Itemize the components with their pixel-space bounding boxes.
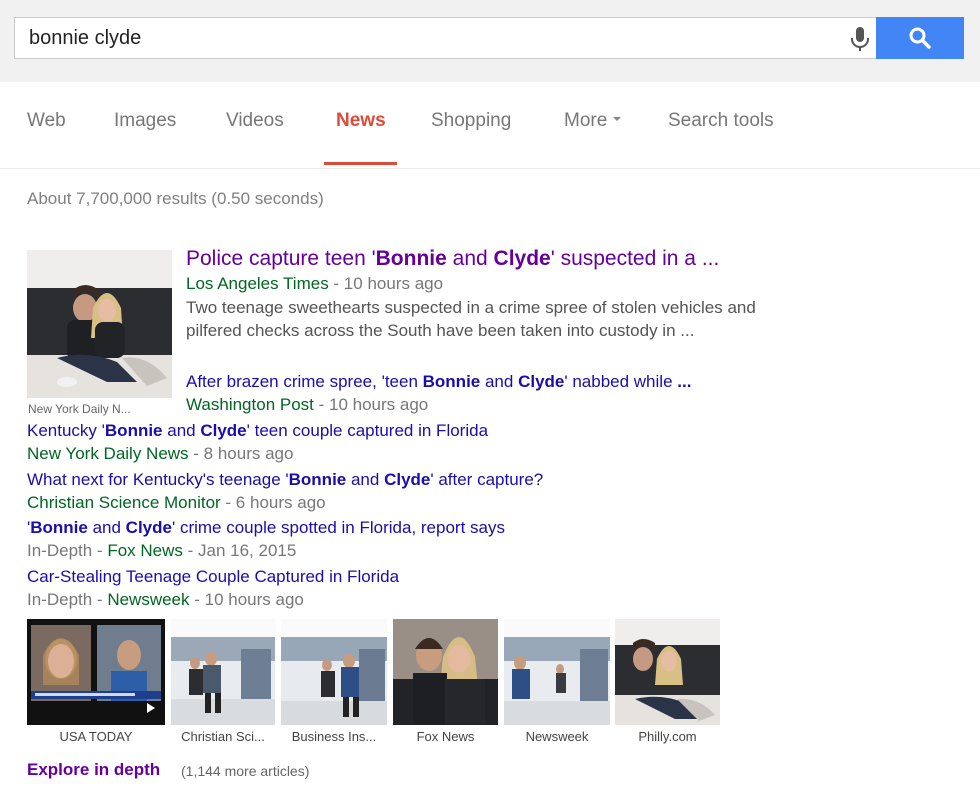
link-highlight: Clyde: [200, 421, 247, 440]
source-time: - Jan 16, 2015: [182, 541, 297, 560]
related-article-link[interactable]: After brazen crime spree, 'teen Bonnie a…: [186, 372, 691, 392]
tab-shopping[interactable]: Shopping: [431, 110, 511, 140]
strip-image-newsweek[interactable]: [504, 619, 610, 725]
related-article-source: Christian Science Monitor - 6 hours ago: [27, 493, 326, 513]
strip-image-business-insider[interactable]: [281, 619, 387, 725]
strip-caption: Philly.com: [638, 729, 697, 744]
link-text: ' after capture?: [430, 470, 544, 489]
strip-caption: Fox News: [416, 729, 475, 744]
title-text: and: [446, 247, 494, 270]
related-article-link[interactable]: Car-Stealing Teenage Couple Captured in …: [27, 567, 399, 587]
strip-caption: USA TODAY: [59, 729, 133, 744]
caret-down-icon: [613, 117, 622, 122]
thumbnail-caption: New York Daily N...: [28, 402, 131, 416]
top-story-title[interactable]: Police capture teen 'Bonnie and Clyde' s…: [186, 247, 719, 271]
strip-image-christian-science[interactable]: [171, 619, 275, 725]
related-article-source: In-Depth - Fox News - Jan 16, 2015: [27, 541, 296, 561]
active-tab-indicator: [324, 162, 397, 165]
tab-search-tools[interactable]: Search tools: [668, 110, 774, 140]
source-name: Washington Post: [186, 395, 314, 414]
title-highlight: Bonnie: [375, 247, 447, 270]
link-highlight: Bonnie: [30, 518, 88, 537]
tab-images[interactable]: Images: [114, 110, 176, 140]
related-article-source: New York Daily News - 8 hours ago: [27, 444, 293, 464]
link-text: and: [480, 372, 519, 391]
link-text: Kentucky ': [27, 421, 105, 440]
source-time: - 10 hours ago: [189, 590, 304, 609]
link-text: and: [162, 421, 201, 440]
strip-image-fox-news[interactable]: [393, 619, 498, 725]
search-tabs: Web Images Videos News Shopping More Sea…: [0, 82, 980, 169]
top-story-source: Los Angeles Times - 10 hours ago: [186, 274, 443, 294]
source-time: - 10 hours ago: [328, 274, 444, 293]
link-highlight: Bonnie: [104, 421, 163, 440]
in-depth-label: In-Depth -: [27, 541, 108, 560]
title-highlight: Clyde: [493, 247, 551, 270]
search-button[interactable]: [876, 17, 964, 59]
link-highlight: Clyde: [384, 470, 431, 489]
link-text: What next for Kentucky's teenage ': [27, 470, 289, 489]
search-box[interactable]: [14, 17, 876, 59]
link-highlight: Bonnie: [288, 470, 347, 489]
related-article-link[interactable]: 'Bonnie and Clyde' crime couple spotted …: [27, 518, 505, 538]
magnifier-icon: [909, 27, 931, 49]
title-text: Police capture teen ': [186, 247, 376, 270]
related-article-link[interactable]: Kentucky 'Bonnie and Clyde' teen couple …: [27, 421, 488, 441]
source-time: - 10 hours ago: [313, 395, 429, 414]
explore-in-depth-link[interactable]: Explore in depth: [27, 760, 160, 780]
tab-news[interactable]: News: [336, 110, 386, 140]
search-input[interactable]: [29, 27, 809, 49]
top-story-thumbnail[interactable]: [27, 250, 172, 398]
strip-caption: Christian Sci...: [181, 729, 265, 744]
source-name: Los Angeles Times: [186, 274, 329, 293]
link-ellipsis: ...: [677, 372, 692, 391]
title-text: ' suspected in a ...: [550, 247, 720, 270]
link-text: and: [87, 518, 126, 537]
link-highlight: Clyde: [518, 372, 565, 391]
link-text: and: [346, 470, 385, 489]
source-name: Fox News: [107, 541, 183, 560]
source-time: - 8 hours ago: [188, 444, 294, 463]
in-depth-label: In-Depth -: [27, 590, 108, 609]
link-text: ' teen couple captured in Florida: [246, 421, 489, 440]
strip-caption: Newsweek: [525, 729, 589, 744]
related-article-source: Washington Post - 10 hours ago: [186, 395, 428, 415]
source-name: Newsweek: [107, 590, 190, 609]
tab-more[interactable]: More: [564, 110, 622, 140]
tab-more-label: More: [564, 110, 608, 131]
link-text: ' crime couple spotted in Florida, repor…: [171, 518, 505, 537]
top-story-snippet: Two teenage sweethearts suspected in a c…: [186, 298, 756, 340]
link-highlight: Bonnie: [422, 372, 481, 391]
source-time: - 6 hours ago: [220, 493, 326, 512]
strip-image-philly[interactable]: [615, 619, 720, 725]
strip-image-usa-today[interactable]: [27, 619, 165, 725]
tab-web[interactable]: Web: [27, 110, 66, 140]
link-text: After brazen crime spree, 'teen: [186, 372, 423, 391]
strip-caption: Business Ins...: [291, 729, 377, 744]
explore-count: (1,144 more articles): [181, 763, 310, 779]
source-name: New York Daily News: [27, 444, 189, 463]
result-stats: About 7,700,000 results (0.50 seconds): [27, 189, 324, 208]
link-text: ' nabbed while: [564, 372, 678, 391]
microphone-icon[interactable]: [847, 25, 873, 53]
source-name: Christian Science Monitor: [27, 493, 221, 512]
related-article-link[interactable]: What next for Kentucky's teenage 'Bonnie…: [27, 470, 543, 490]
link-highlight: Clyde: [125, 518, 172, 537]
tab-videos[interactable]: Videos: [226, 110, 284, 140]
search-header: [0, 0, 980, 82]
related-article-source: In-Depth - Newsweek - 10 hours ago: [27, 590, 304, 610]
